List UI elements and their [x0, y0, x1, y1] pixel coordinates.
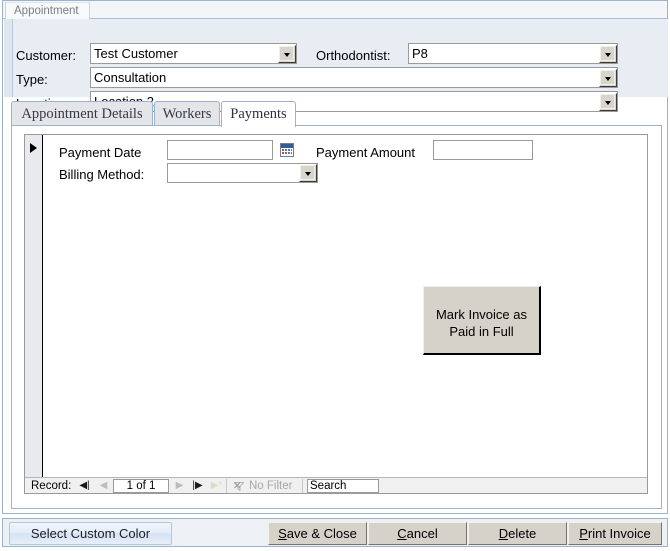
billing-method-dropdown-arrow[interactable] — [299, 164, 317, 182]
save-and-close-button[interactable]: Save & Close — [268, 522, 367, 545]
cancel-accel: C — [397, 526, 407, 541]
form-window-frame: Appointment Customer: Test Customer Orth… — [2, 0, 668, 514]
appointment-form-window: Appointment Customer: Test Customer Orth… — [0, 0, 670, 551]
mark-invoice-paid-line1: Mark Invoice as — [435, 307, 528, 322]
tab-appointment-details[interactable]: Appointment Details — [11, 101, 153, 126]
filter-icon — [234, 482, 244, 491]
payment-date-label: Payment Date — [59, 145, 142, 160]
document-tab-appointment[interactable]: Appointment — [5, 2, 90, 19]
tab-page-payments: Payment Date Payment Amount Billing Meth… — [11, 125, 662, 509]
search-input[interactable]: Search — [307, 479, 379, 493]
select-custom-color-button[interactable]: Select Custom Color — [9, 522, 172, 545]
tab-selected-connector — [222, 125, 295, 127]
customer-combobox[interactable]: Test Customer — [90, 43, 297, 64]
cancel-button[interactable]: Cancel — [368, 522, 467, 545]
type-dropdown-arrow[interactable] — [599, 69, 617, 87]
tab-payments[interactable]: Payments — [221, 101, 296, 127]
mark-invoice-paid-button[interactable]: Mark Invoice as Paid in Full — [423, 286, 541, 355]
print-invoice-button[interactable]: Print Invoice — [568, 522, 662, 545]
nav-separator-1 — [226, 479, 227, 493]
next-record-icon[interactable]: ▶ — [172, 479, 187, 493]
save-close-accel: S — [278, 526, 287, 541]
first-record-icon[interactable]: ◀| — [77, 479, 92, 493]
document-tab-strip: Appointment — [3, 1, 667, 19]
command-bar: Select Custom Color Save & Close Cancel … — [0, 516, 670, 551]
billing-method-label: Billing Method: — [59, 167, 145, 182]
tab-control: Appointment Details Workers Payments Pay… — [11, 101, 662, 509]
orthodontist-label: Orthodontist: — [316, 48, 391, 63]
no-filter-label[interactable]: No Filter — [249, 478, 292, 494]
orthodontist-dropdown-arrow[interactable] — [599, 45, 617, 63]
subform-scroll-corner — [632, 478, 646, 492]
previous-record-icon[interactable]: ◀ — [96, 479, 111, 493]
customer-label: Customer: — [16, 48, 76, 63]
payment-date-input[interactable] — [167, 140, 273, 160]
record-label: Record: — [31, 480, 72, 492]
record-navigation-bar: Record: ◀| ◀ 1 of 1 ▶ |▶ ▶* No Filter Se… — [25, 477, 647, 493]
payment-amount-label: Payment Amount — [316, 145, 415, 160]
form-header-section: Customer: Test Customer Orthodontist: P8… — [4, 19, 668, 112]
type-combobox[interactable]: Consultation — [90, 67, 618, 88]
delete-accel: D — [498, 526, 509, 541]
mark-invoice-paid-line2: Paid in Full — [449, 324, 514, 339]
tab-row: Appointment Details Workers Payments — [11, 101, 662, 127]
record-position-input[interactable]: 1 of 1 — [113, 479, 169, 493]
save-close-rest: ave & Close — [286, 526, 357, 541]
print-rest: rint Invoice — [587, 526, 651, 541]
calendar-icon[interactable] — [280, 143, 294, 157]
new-record-icon[interactable]: ▶* — [209, 479, 224, 493]
delete-rest: elete — [508, 526, 537, 541]
record-selector-column[interactable] — [25, 135, 43, 479]
payment-amount-input[interactable] — [433, 140, 533, 160]
current-record-arrow-icon — [30, 143, 37, 153]
payments-detail-area: Payment Date Payment Amount Billing Meth… — [44, 135, 647, 479]
billing-method-combobox[interactable] — [167, 163, 318, 183]
customer-dropdown-arrow[interactable] — [278, 45, 296, 63]
tab-workers[interactable]: Workers — [154, 101, 220, 126]
print-accel: P — [579, 526, 588, 541]
header-left-margin-bar — [4, 19, 13, 97]
command-bar-strip: Select Custom Color Save & Close Cancel … — [2, 518, 668, 547]
nav-separator-2 — [302, 479, 303, 493]
type-label: Type: — [16, 72, 48, 87]
delete-button[interactable]: Delete — [468, 522, 567, 545]
orthodontist-combobox[interactable]: P8 — [408, 43, 618, 64]
last-record-icon[interactable]: |▶ — [190, 479, 205, 493]
payments-subform: Payment Date Payment Amount Billing Meth… — [24, 134, 648, 494]
cancel-rest: ancel — [406, 526, 438, 541]
